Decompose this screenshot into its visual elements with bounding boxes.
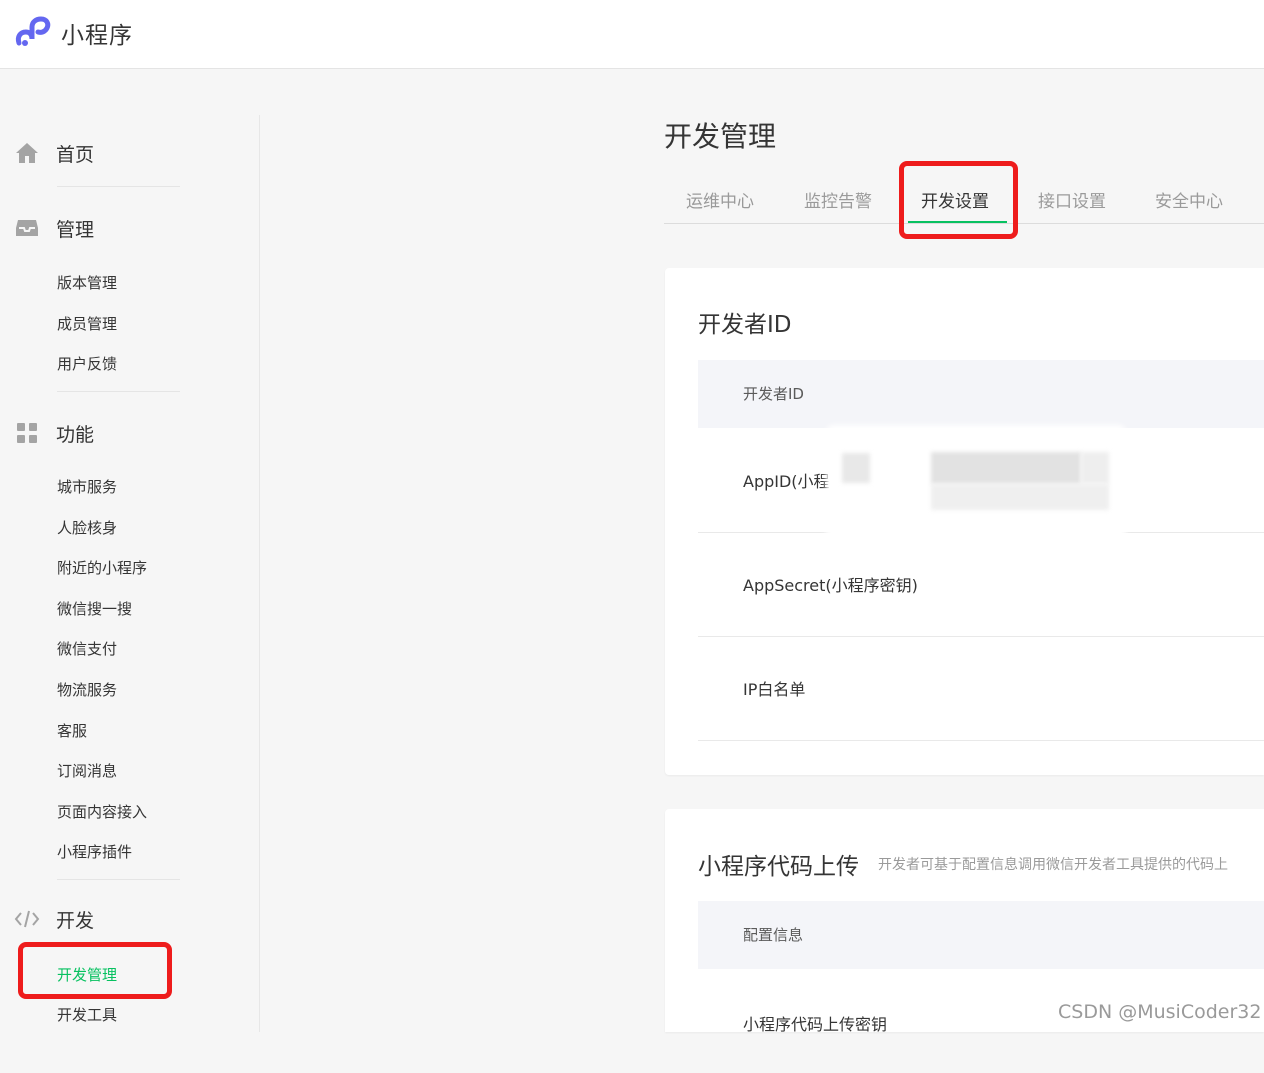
sidebar-item-feedback[interactable]: 用户反馈 — [57, 353, 117, 374]
sidebar-divider — [57, 391, 180, 392]
sidebar-section-dev[interactable]: 开发 — [14, 906, 94, 932]
code-upload-card: 小程序代码上传 开发者可基于配置信息调用微信开发者工具提供的代码上 配置信息 小… — [665, 809, 1264, 1034]
tab-ops-center[interactable]: 运维中心 — [686, 187, 754, 212]
row-label-appid: AppID(小程 — [743, 472, 830, 491]
card-title: 小程序代码上传 — [698, 854, 859, 880]
sidebar-item-version[interactable]: 版本管理 — [57, 272, 117, 293]
sidebar-item-members[interactable]: 成员管理 — [57, 313, 117, 334]
highlight-box-tab — [899, 161, 1018, 239]
sidebar-item-city-service[interactable]: 城市服务 — [57, 476, 117, 497]
card-title: 开发者ID — [698, 312, 792, 338]
sidebar-item-nearby[interactable]: 附近的小程序 — [57, 557, 147, 578]
tab-security-center[interactable]: 安全中心 — [1155, 187, 1223, 212]
sidebar-item-wechat-search[interactable]: 微信搜一搜 — [57, 598, 132, 619]
sidebar-item-home[interactable]: 首页 — [14, 140, 94, 166]
mini-program-logo-icon[interactable] — [14, 15, 52, 51]
sidebar-section-manage[interactable]: 管理 — [14, 215, 94, 241]
sidebar-item-face-verify[interactable]: 人脸核身 — [57, 517, 117, 538]
code-icon — [14, 906, 40, 932]
tab-monitoring[interactable]: 监控告警 — [804, 187, 872, 212]
table-header-label: 开发者ID — [743, 385, 804, 403]
home-icon — [14, 140, 40, 166]
sidebar-section-features[interactable]: 功能 — [14, 420, 94, 446]
redaction-block — [1081, 452, 1109, 484]
page-title: 开发管理 — [664, 120, 777, 153]
watermark: CSDN @MusiCoder32 — [1058, 1001, 1262, 1023]
sidebar-divider — [57, 879, 180, 880]
table-row: IP白名单 — [698, 636, 1264, 741]
inbox-icon — [14, 215, 40, 241]
highlight-box-sidebar — [18, 942, 172, 999]
row-label-appsecret: AppSecret(小程序密钥) — [743, 576, 918, 595]
redaction-block — [842, 453, 870, 483]
sidebar-item-customer-service[interactable]: 客服 — [57, 720, 87, 741]
row-label-upload-key: 小程序代码上传密钥 — [743, 1015, 888, 1034]
sidebar-separator — [259, 115, 260, 1032]
sidebar-home-label: 首页 — [56, 144, 95, 166]
table-header-label: 配置信息 — [743, 926, 804, 944]
grid-icon — [14, 420, 40, 446]
redaction-block — [931, 484, 1109, 510]
sidebar-features-label: 功能 — [56, 424, 95, 446]
sidebar-item-subscribe-msg[interactable]: 订阅消息 — [57, 760, 117, 781]
table-header: 开发者ID — [698, 360, 1264, 428]
table-header: 配置信息 — [698, 901, 1264, 969]
app-title: 小程序 — [61, 23, 133, 49]
row-label-ip-whitelist: IP白名单 — [743, 680, 806, 699]
sidebar-divider — [57, 186, 180, 187]
table-row: AppSecret(小程序密钥) — [698, 532, 1264, 637]
sidebar-item-logistics[interactable]: 物流服务 — [57, 679, 117, 700]
sidebar-item-wechat-pay[interactable]: 微信支付 — [57, 638, 117, 659]
sidebar-item-page-content[interactable]: 页面内容接入 — [57, 801, 147, 822]
sidebar-dev-label: 开发 — [56, 910, 95, 932]
sidebar-manage-label: 管理 — [56, 219, 95, 241]
sidebar-item-dev-tools[interactable]: 开发工具 — [57, 1004, 117, 1025]
tab-api-settings[interactable]: 接口设置 — [1038, 187, 1106, 212]
sidebar-item-plugins[interactable]: 小程序插件 — [57, 841, 132, 862]
redaction-block — [931, 452, 1081, 484]
top-bar: 小程序 — [0, 0, 1264, 69]
card-description: 开发者可基于配置信息调用微信开发者工具提供的代码上 — [878, 857, 1228, 873]
